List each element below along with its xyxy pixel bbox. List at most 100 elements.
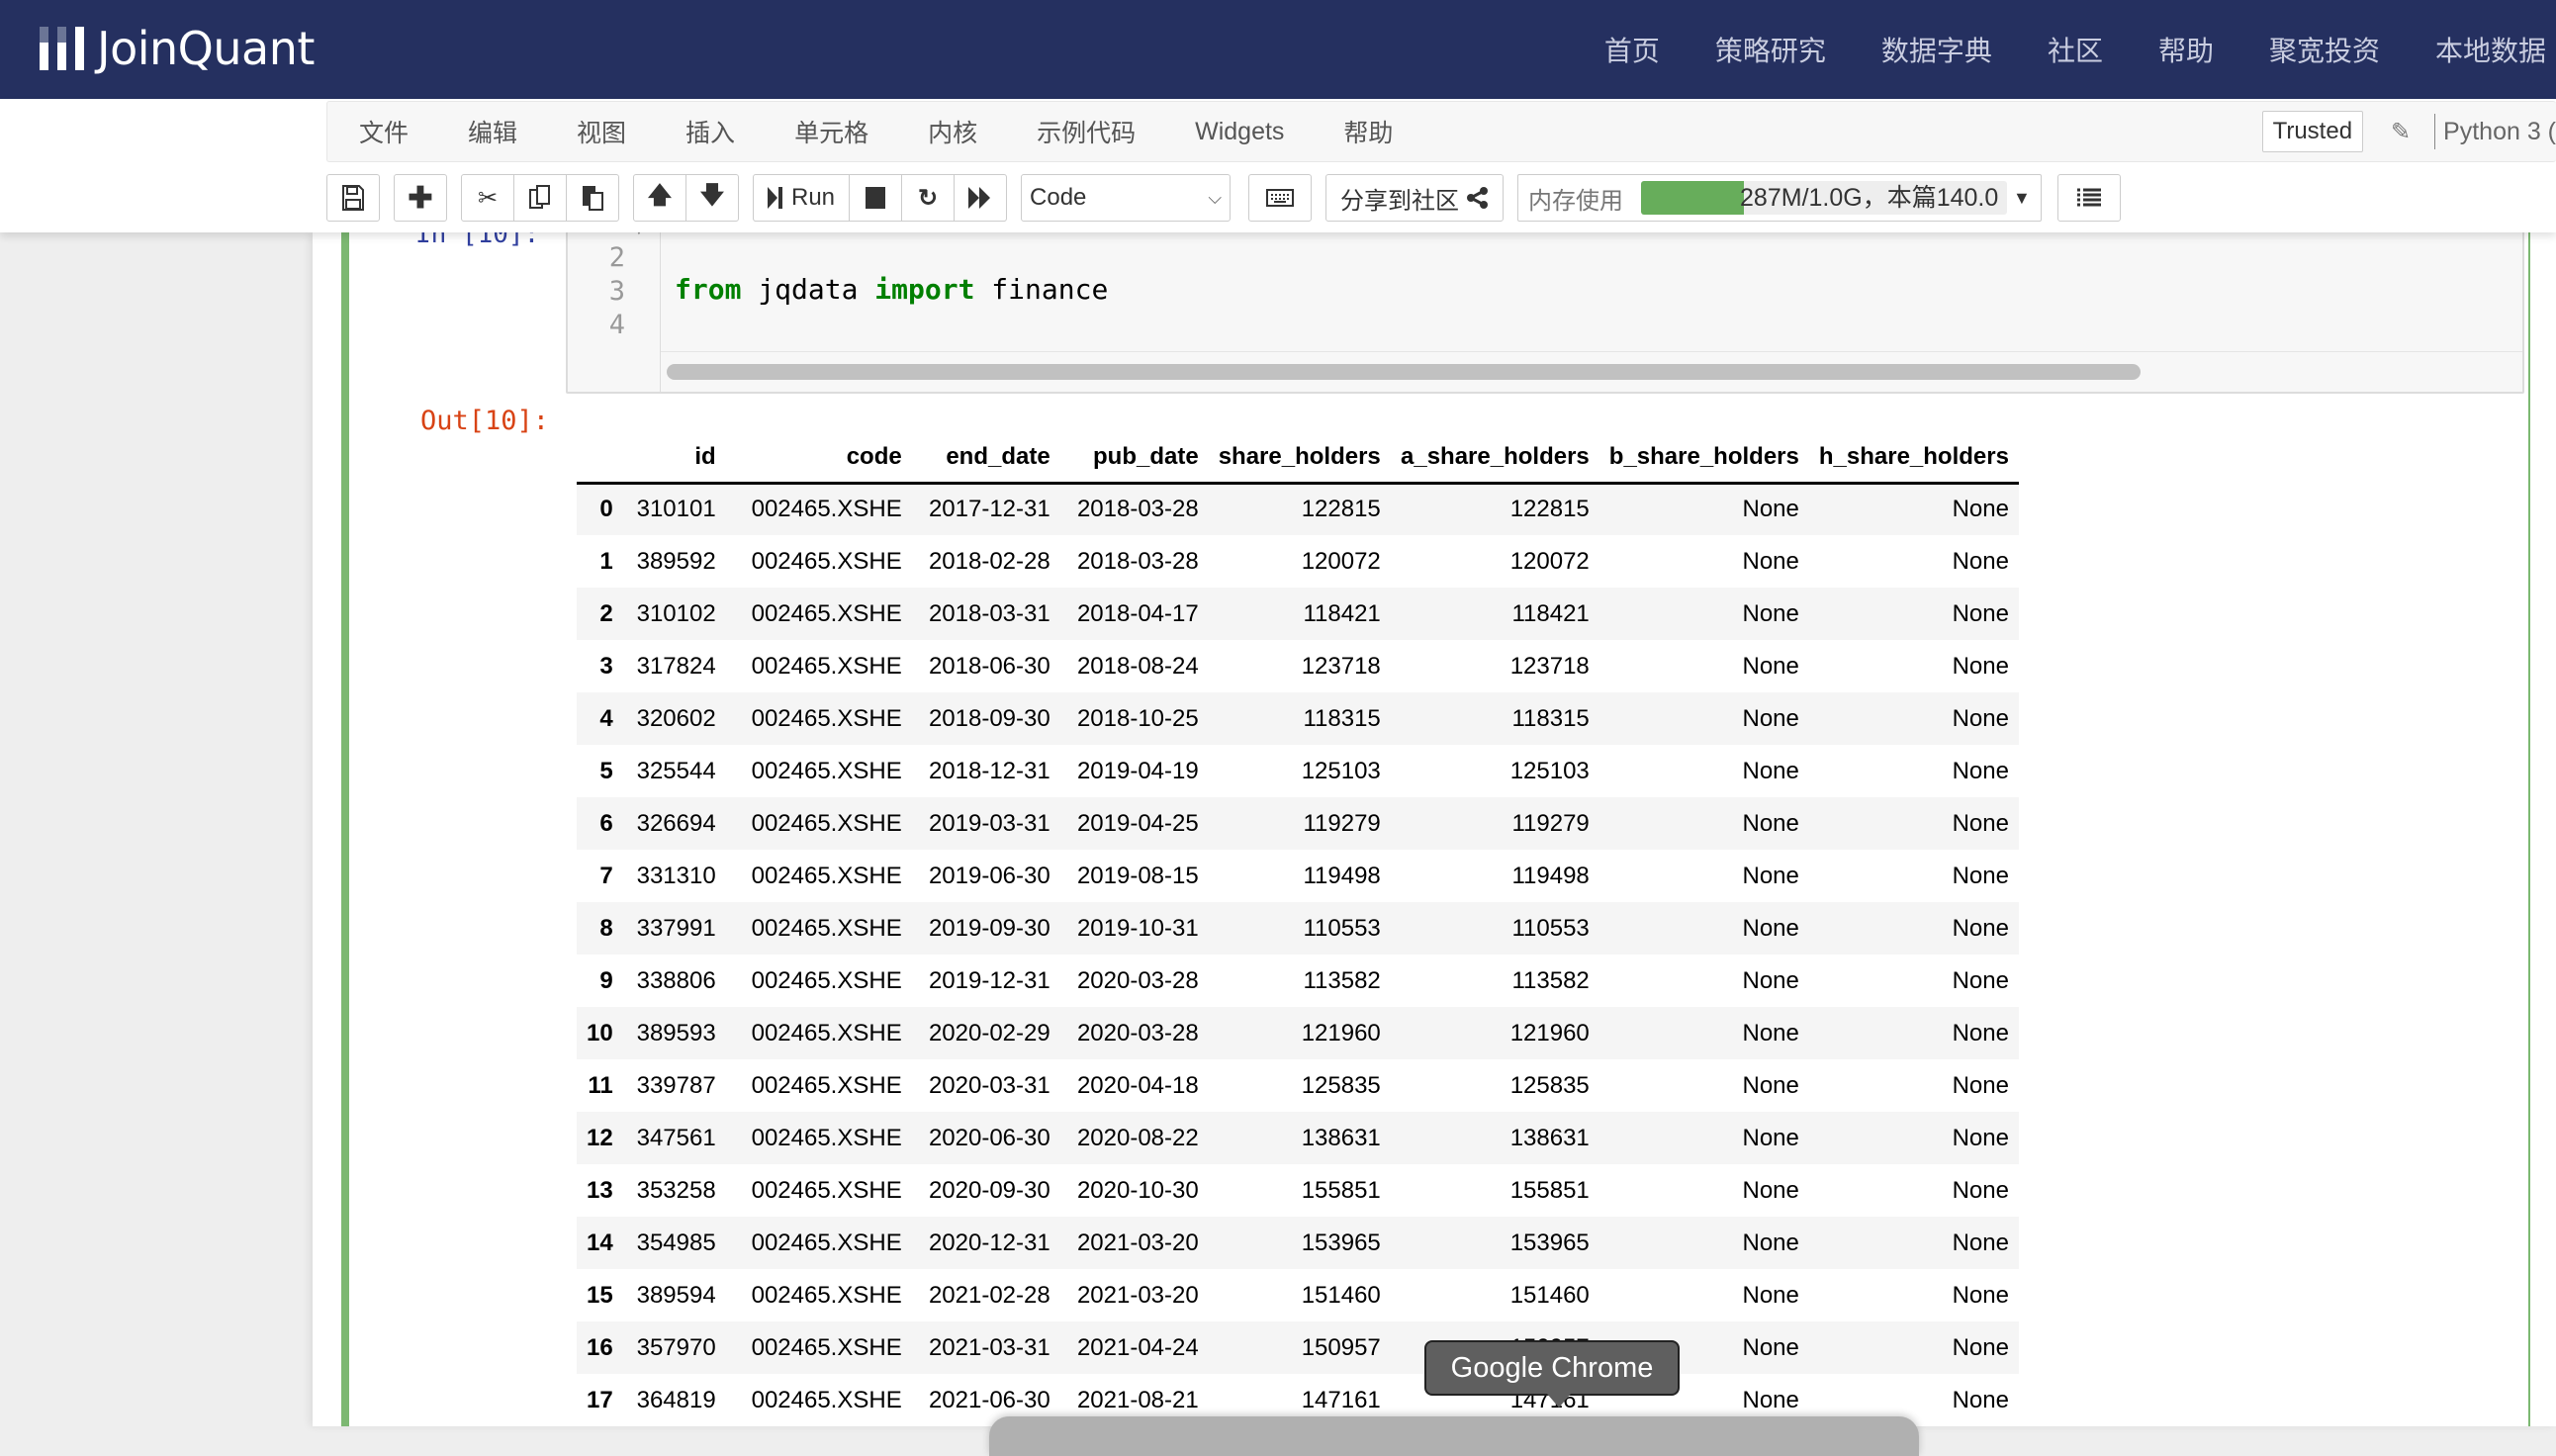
cut-button[interactable]: ✂ xyxy=(461,174,514,222)
table-cell: None xyxy=(1952,547,2009,575)
table-cell: 337991 xyxy=(636,914,716,942)
share-icon xyxy=(1467,187,1489,209)
column-header: id xyxy=(694,443,716,471)
table-cell: 002465.XSHE xyxy=(751,1176,902,1204)
table-cell: 002465.XSHE xyxy=(751,862,902,889)
menu-widgets[interactable]: Widgets xyxy=(1195,118,1284,146)
table-cell: 2020-09-30 xyxy=(928,1176,1050,1204)
paste-button[interactable] xyxy=(566,174,619,222)
horizontal-scrollbar[interactable] xyxy=(661,351,2522,392)
table-cell: 389594 xyxy=(636,1281,716,1309)
menu-help[interactable]: 帮助 xyxy=(1343,114,1393,149)
row-index: 10 xyxy=(587,1019,613,1046)
table-cell: 002465.XSHE xyxy=(751,1386,902,1413)
macos-dock[interactable] xyxy=(989,1416,1919,1456)
move-down-button[interactable]: 🡇 xyxy=(685,174,739,222)
save-button[interactable] xyxy=(326,174,380,222)
nav-home[interactable]: 首页 xyxy=(1604,30,1660,69)
menu-examples[interactable]: 示例代码 xyxy=(1037,114,1136,149)
table-cell: 118315 xyxy=(1511,704,1590,732)
nav-local-data[interactable]: 本地数据 xyxy=(2435,30,2546,69)
joinquant-logo[interactable]: JoinQuant xyxy=(40,22,315,75)
table-cell: None xyxy=(1952,652,2009,680)
dataframe-table: id code end_date pub_date share_holders a_sha… xyxy=(577,433,2019,1426)
run-all-button[interactable] xyxy=(954,174,1008,222)
row-index: 5 xyxy=(599,757,613,784)
copy-button[interactable] xyxy=(513,174,567,222)
menu-kernel[interactable]: 内核 xyxy=(928,114,977,149)
interrupt-button[interactable] xyxy=(849,174,903,222)
kernel-separator xyxy=(2434,114,2436,149)
table-cell: 002465.XSHE xyxy=(751,496,902,523)
table-row: 3 317824 002465.XSHE 2018-06-30 2018-08-24 12… xyxy=(577,640,2019,692)
table-row: 2 310102 002465.XSHE 2018-03-31 2018-04-17 11… xyxy=(577,588,2019,640)
row-index: 9 xyxy=(599,966,613,994)
pencil-icon[interactable]: ✎ xyxy=(2381,118,2420,146)
table-cell: None xyxy=(1742,757,1799,784)
line-number: 3 xyxy=(608,276,625,307)
table-cell: 120072 xyxy=(1301,547,1381,575)
table-cell: 110553 xyxy=(1511,914,1590,942)
table-cell: None xyxy=(1742,1124,1799,1151)
table-of-contents-button[interactable] xyxy=(2056,174,2121,222)
table-cell: 2020-03-28 xyxy=(1076,966,1199,994)
table-cell: 002465.XSHE xyxy=(751,1228,902,1256)
restart-icon: ↻ xyxy=(917,184,939,212)
table-cell: None xyxy=(1742,1071,1799,1099)
table-cell: 121960 xyxy=(1301,1019,1381,1046)
nav-community[interactable]: 社区 xyxy=(2048,30,2103,69)
table-cell: 326694 xyxy=(636,809,716,837)
table-cell: 002465.XSHE xyxy=(751,1333,902,1361)
table-cell: 2020-03-28 xyxy=(1076,1019,1199,1046)
menu-insert[interactable]: 插入 xyxy=(685,114,735,149)
table-cell: 119279 xyxy=(1511,809,1590,837)
table-row: 6 326694 002465.XSHE 2019-03-31 2019-04-25 11… xyxy=(577,797,2019,850)
trusted-indicator[interactable]: Trusted xyxy=(2261,111,2364,152)
table-cell: 389593 xyxy=(636,1019,716,1046)
table-cell: 118421 xyxy=(1303,599,1381,627)
scrollbar-thumb[interactable] xyxy=(667,364,2141,380)
row-index: 2 xyxy=(599,599,613,627)
table-cell: 364819 xyxy=(636,1386,716,1413)
table-cell: 357970 xyxy=(636,1333,716,1361)
nav-data-dictionary[interactable]: 数据字典 xyxy=(1881,30,1992,69)
nav-strategy-research[interactable]: 策略研究 xyxy=(1715,30,1826,69)
code-editor[interactable]: 1 2 3 4 ▼ from jqdata import finance q=q… xyxy=(566,226,2524,394)
table-cell: None xyxy=(1742,652,1799,680)
share-to-community-button[interactable]: 分享到社区 xyxy=(1325,174,1505,222)
keyboard-shortcuts-button[interactable] xyxy=(1248,174,1313,222)
selected-cell-border-right xyxy=(2528,232,2530,1426)
paste-icon xyxy=(583,186,603,211)
move-up-button[interactable]: 🡅 xyxy=(633,174,686,222)
table-cell: None xyxy=(1742,914,1799,942)
table-cell: 2020-02-29 xyxy=(928,1019,1050,1046)
run-button[interactable]: Run xyxy=(753,174,851,222)
column-header: end_date xyxy=(946,443,1050,471)
menu-edit[interactable]: 编辑 xyxy=(468,114,517,149)
menu-file[interactable]: 文件 xyxy=(359,114,409,149)
memory-text: 287M/1.0G，本篇140.0 xyxy=(1740,184,1999,212)
table-row: 11 339787 002465.XSHE 2020-03-31 2020-04-18 1… xyxy=(577,1059,2019,1112)
list-icon xyxy=(2076,188,2101,207)
table-cell: 125103 xyxy=(1301,757,1381,784)
table-cell: 338806 xyxy=(636,966,716,994)
nav-help[interactable]: 帮助 xyxy=(2158,30,2214,69)
table-cell: 002465.XSHE xyxy=(751,1019,902,1046)
insert-cell-button[interactable]: ✚ xyxy=(394,174,447,222)
table-row: 7 331310 002465.XSHE 2019-06-30 2019-08-15 11… xyxy=(577,850,2019,902)
nav-joinquant-invest[interactable]: 聚宽投资 xyxy=(2269,30,2380,69)
menu-cell[interactable]: 单元格 xyxy=(794,114,868,149)
table-cell: 2018-10-25 xyxy=(1076,704,1199,732)
toolbar: ✚ ✂ 🡅 🡇 Run ↻ Code ⌵ 分享到社区 内存使用 287M/1.0… xyxy=(326,173,2135,223)
caret-down-icon[interactable]: ▼ xyxy=(2013,188,2031,209)
table-cell: 150957 xyxy=(1301,1333,1381,1361)
table-cell: 119279 xyxy=(1303,809,1381,837)
menu-view[interactable]: 视图 xyxy=(577,114,626,149)
table-cell: 2018-12-31 xyxy=(928,757,1050,784)
cell-type-select[interactable]: Code ⌵ xyxy=(1021,174,1232,222)
row-index: 1 xyxy=(599,547,613,575)
table-cell: None xyxy=(1742,1176,1799,1204)
memory-usage[interactable]: 内存使用 287M/1.0G，本篇140.0 ▼ xyxy=(1517,174,2042,222)
restart-button[interactable]: ↻ xyxy=(901,174,956,222)
line-gutter: 1 2 3 4 ▼ xyxy=(568,228,661,392)
